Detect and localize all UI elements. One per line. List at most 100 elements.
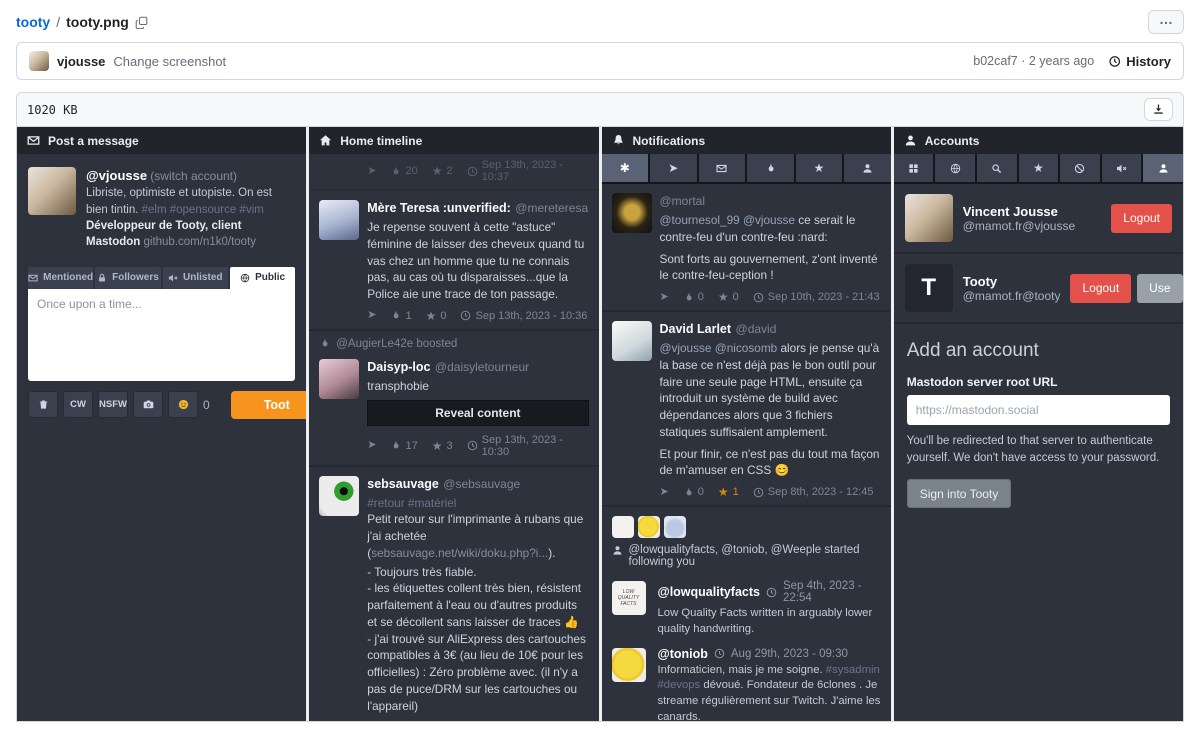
reply-button[interactable]: ➤: [660, 292, 669, 303]
star-icon: ★: [426, 310, 437, 322]
favourite-button[interactable]: ★1: [718, 486, 739, 498]
toot-handle[interactable]: @mortal: [660, 194, 706, 208]
compose-textarea[interactable]: [28, 289, 295, 381]
filter-follows-tab[interactable]: [844, 154, 891, 182]
logout-button[interactable]: Logout: [1070, 274, 1131, 303]
favourite-button[interactable]: ★2: [432, 165, 453, 177]
avatar[interactable]: [612, 321, 652, 361]
boost-button[interactable]: 17: [390, 440, 417, 452]
boost-button[interactable]: 0: [683, 291, 704, 303]
commit-author-avatar[interactable]: [29, 51, 49, 71]
favourite-button[interactable]: ★0: [718, 291, 739, 303]
mention-links[interactable]: @vjousse @nicosomb: [660, 341, 778, 355]
avatar[interactable]: [319, 200, 359, 240]
current-user-avatar[interactable]: [28, 167, 76, 215]
filter-direct-tab[interactable]: [699, 154, 746, 182]
clear-button[interactable]: [28, 391, 58, 418]
toot-date: Sep 13th, 2023 - 10:36: [460, 310, 587, 322]
use-account-button[interactable]: Use: [1137, 274, 1182, 303]
tab-grid[interactable]: [894, 154, 934, 182]
boost-button[interactable]: 1: [390, 310, 411, 322]
globe-icon: [240, 273, 250, 283]
toot-handle[interactable]: @mereteresa: [515, 201, 588, 215]
avatar[interactable]: [319, 476, 359, 516]
boost-button[interactable]: 0: [683, 486, 704, 498]
sign-into-tooty-button[interactable]: Sign into Tooty: [907, 479, 1012, 508]
avatar[interactable]: [612, 648, 646, 682]
reply-button[interactable]: ➤: [367, 440, 376, 451]
avatar[interactable]: [638, 516, 660, 538]
toot-button[interactable]: Toot: [231, 391, 307, 419]
logout-button[interactable]: Logout: [1111, 204, 1172, 233]
avatar[interactable]: T: [905, 264, 953, 312]
server-url-input[interactable]: [907, 395, 1170, 425]
follower-handle[interactable]: @toniob: [658, 647, 708, 661]
avatar[interactable]: [319, 359, 359, 399]
boost-button[interactable]: 20: [390, 165, 417, 177]
avatar[interactable]: LOW QUALITY FACTS: [612, 581, 646, 615]
tab-public[interactable]: Public: [230, 267, 295, 289]
tab-search[interactable]: [977, 154, 1017, 182]
bio-link[interactable]: github.com/n1k0/tooty: [144, 236, 257, 248]
media-button[interactable]: [133, 391, 163, 418]
compose-header: Post a message: [17, 127, 306, 154]
avatar[interactable]: [664, 516, 686, 538]
mention-links[interactable]: @tournesol_99 @vjousse: [660, 213, 795, 227]
star-icon: ★: [718, 291, 729, 303]
toot-handle[interactable]: @sebsauvage: [443, 477, 520, 491]
star-count: 0: [440, 310, 446, 322]
nsfw-button[interactable]: NSFW: [98, 391, 128, 418]
filter-mentions-tab[interactable]: ➤: [650, 154, 697, 182]
reply-button[interactable]: ➤: [367, 310, 376, 321]
compose-column: Post a message @vjousse (switch account)…: [17, 127, 306, 721]
copy-path-button[interactable]: [135, 16, 148, 29]
toot-author[interactable]: sebsauvage: [367, 477, 439, 491]
filter-all-tab[interactable]: ✱: [602, 154, 649, 182]
tab-global[interactable]: [935, 154, 975, 182]
favourite-button[interactable]: ★3: [432, 440, 453, 452]
toot-handle[interactable]: @david: [736, 322, 777, 336]
emoji-button[interactable]: [168, 391, 198, 418]
home-timeline-header: Home timeline: [309, 127, 598, 154]
avatar[interactable]: [612, 516, 634, 538]
avatar[interactable]: [905, 194, 953, 242]
tab-favourites[interactable]: ★: [1019, 154, 1059, 182]
visibility-tabs: Mentioned Followers Unlisted Public: [28, 267, 295, 289]
toot-handle[interactable]: @daisyletourneur: [435, 360, 529, 374]
reveal-content-button[interactable]: Reveal content: [367, 400, 588, 426]
filter-favourites-tab[interactable]: ★: [796, 154, 843, 182]
toot-link[interactable]: sebsauvage.net/wiki/doku.php?i...: [371, 546, 548, 560]
home-icon: [319, 134, 332, 147]
cw-button[interactable]: CW: [63, 391, 93, 418]
toot-author[interactable]: Mère Teresa :unverified:: [367, 201, 511, 215]
download-button[interactable]: [1144, 98, 1173, 121]
reply-button[interactable]: ➤: [367, 166, 376, 177]
user-icon: [612, 545, 623, 556]
avatar[interactable]: [612, 193, 652, 233]
toot-hashtags[interactable]: #retour #matériel: [367, 496, 456, 510]
switch-account-link[interactable]: (switch account): [150, 169, 237, 183]
tab-mutes[interactable]: [1102, 154, 1142, 182]
filter-boosts-tab[interactable]: [747, 154, 794, 182]
tab-followers[interactable]: Followers: [95, 267, 160, 289]
tab-accounts[interactable]: [1143, 154, 1183, 182]
history-button[interactable]: History: [1108, 54, 1171, 69]
toot-author[interactable]: David Larlet: [660, 322, 732, 336]
clock-icon: [714, 648, 725, 659]
bio-hashtags[interactable]: #elm #opensource #vim: [142, 204, 264, 216]
follower-handle[interactable]: @lowqualityfacts: [658, 585, 760, 599]
tab-unlisted[interactable]: Unlisted: [163, 267, 228, 289]
tab-blocks[interactable]: [1060, 154, 1100, 182]
reply-button[interactable]: ➤: [660, 487, 669, 498]
boosted-by-text[interactable]: @AugierLe42e boosted: [336, 338, 457, 350]
lock-icon: [97, 273, 107, 283]
breadcrumb-repo-link[interactable]: tooty: [16, 14, 50, 30]
tab-mentioned[interactable]: Mentioned: [28, 267, 93, 289]
favourite-button[interactable]: ★0: [426, 310, 447, 322]
commit-author-link[interactable]: vjousse: [57, 54, 105, 69]
clock-icon: [766, 587, 777, 598]
toot: Mère Teresa :unverified: @mereteresa Je …: [309, 191, 598, 331]
commit-message-link[interactable]: Change screenshot: [113, 54, 226, 69]
more-options-button[interactable]: …: [1148, 10, 1184, 34]
toot-author[interactable]: Daisyp-loc: [367, 360, 430, 374]
